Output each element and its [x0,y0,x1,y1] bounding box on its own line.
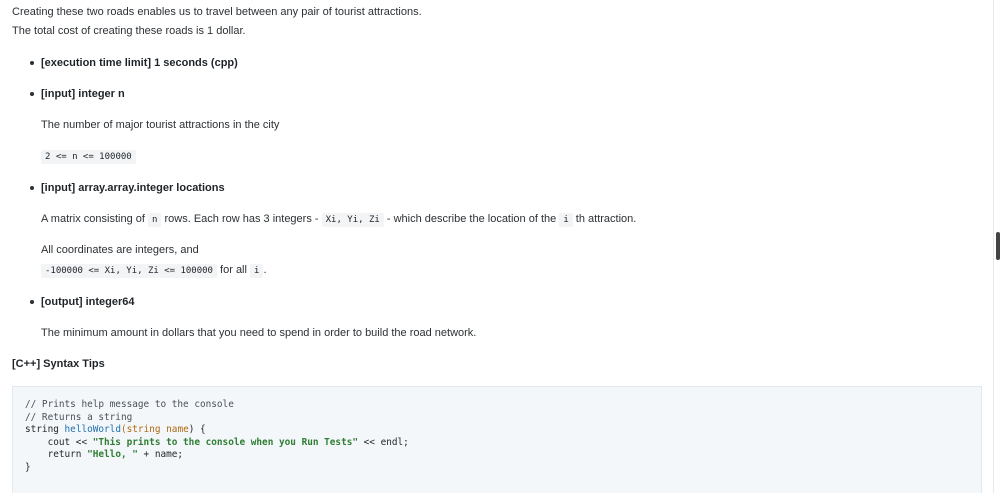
code-paren-close: ) { [188,424,206,436]
scrollbar-thumb[interactable] [996,232,1000,260]
locations-range-post: for all [220,264,247,276]
code-comment-1: // Prints help message to the console [25,399,234,410]
code-param: string name [126,424,189,436]
bullet-dot [30,186,34,190]
locations-desc-pre: A matrix consisting of [41,213,145,225]
code-return-type: string [25,424,59,436]
input-locations-desc: A matrix consisting of n rows. Each row … [41,212,636,227]
exec-time-limit: [execution time limit] 1 seconds (cpp) [41,57,238,69]
locations-range-row: -100000 <= Xi, Yi, Zi <= 100000 for all … [41,263,267,278]
input-locations-title: [input] array.array.integer locations [41,182,225,194]
code-cout-pre: cout << [25,436,93,448]
locations-coords-line: All coordinates are integers, and [41,244,199,256]
locations-code-i: i [559,213,573,227]
locations-range-dot: . [263,264,267,276]
code-cout-string: "This prints to the console when you Run… [92,436,359,448]
bullet-dot [30,61,34,65]
code-cout-post: << endl; [358,436,409,448]
code-closing-brace: } [25,461,31,473]
code-return-post: + name; [137,449,184,461]
code-return-string: "Hello, " [87,449,138,461]
output-desc: The minimum amount in dollars that you n… [41,327,477,339]
input-n-constraint-row: 2 <= n <= 100000 [41,149,136,164]
bullet-dot [30,92,34,96]
locations-code-xyz: Xi, Yi, Zi [321,213,384,227]
intro-line-2: The total cost of creating these roads i… [12,25,246,37]
input-n-constraint: 2 <= n <= 100000 [41,150,136,164]
locations-range-code: -100000 <= Xi, Yi, Zi <= 100000 [41,264,217,278]
code-return-pre: return [25,449,88,461]
locations-desc-end: th attraction. [575,213,637,225]
intro-line-1: Creating these two roads enables us to t… [12,6,422,18]
input-n-title: [input] integer n [41,88,125,100]
output-title: [output] integer64 [41,296,135,308]
code-comment-2: // Returns a string [25,411,133,423]
code-block: // Prints help message to the console //… [12,386,982,493]
code-function-name: helloWorld [64,424,121,436]
locations-desc-mid: rows. Each row has 3 integers - [164,213,319,225]
code-pre: // Prints help message to the console //… [25,399,409,475]
scroll-track [993,0,994,493]
locations-range-i: i [250,264,264,278]
locations-desc-post: - which describe the location of the [386,213,557,225]
bullet-dot [30,300,34,304]
input-n-desc: The number of major tourist attractions … [41,119,280,131]
syntax-tips-title: [C++] Syntax Tips [12,358,105,370]
locations-code-n: n [148,213,162,227]
